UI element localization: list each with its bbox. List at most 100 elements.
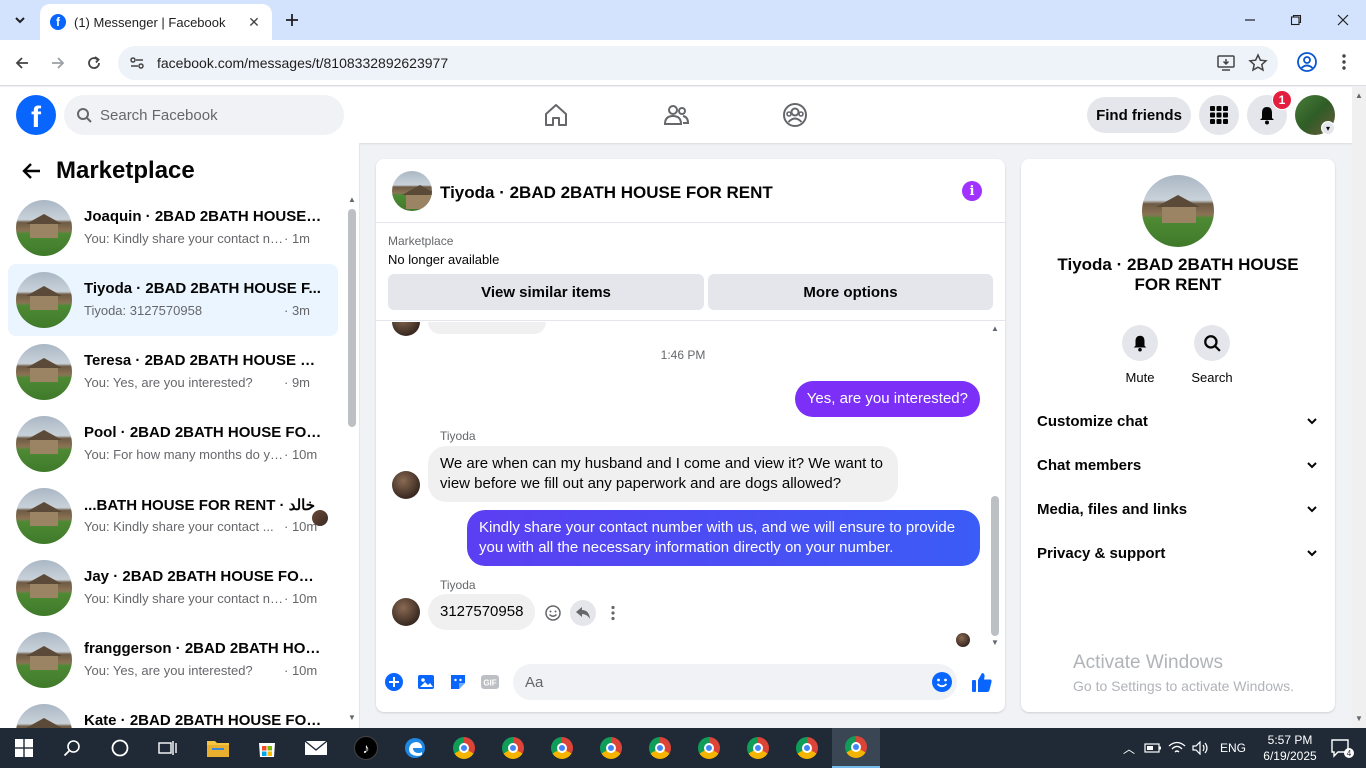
chrome-window-icon[interactable]	[832, 728, 880, 768]
wifi-icon[interactable]	[1168, 741, 1186, 755]
chrome-window-icon[interactable]	[440, 728, 488, 768]
listing-avatar-large[interactable]	[1142, 175, 1214, 247]
groups-icon[interactable]	[781, 101, 809, 129]
more-actions-icon[interactable]	[602, 602, 624, 624]
action-center-icon[interactable]: 4	[1318, 728, 1366, 768]
chrome-window-icon[interactable]	[783, 728, 831, 768]
conversation-name: Teresa · 2BAD 2BATH HOUSE FO...	[84, 352, 324, 369]
conversation-list-scrollbar[interactable]: ▲ ▼	[346, 195, 358, 725]
react-icon[interactable]	[542, 602, 564, 624]
conversation-snippet: Tiyoda: 3127570958	[84, 303, 203, 318]
gif-icon[interactable]: GIF	[479, 671, 501, 693]
taskbar-search-icon[interactable]	[48, 728, 96, 768]
info-icon[interactable]: i	[962, 181, 982, 201]
chevron-down-icon	[1307, 550, 1317, 557]
details-section-media-files-and-links[interactable]: Media, files and links	[1037, 491, 1319, 527]
tiktok-app-icon[interactable]: ♪	[342, 728, 390, 768]
battery-icon[interactable]	[1144, 742, 1162, 754]
browser-profile-icon[interactable]	[1296, 51, 1318, 73]
restore-icon[interactable]	[1284, 8, 1308, 32]
forward-arrow-icon[interactable]	[46, 51, 70, 75]
photo-icon[interactable]	[415, 671, 437, 693]
conversation-item[interactable]: Jay · 2BAD 2BATH HOUSE FOR R... You: Kind…	[8, 552, 338, 624]
details-section-chat-members[interactable]: Chat members	[1037, 447, 1319, 483]
language-indicator[interactable]: ENG	[1220, 741, 1246, 755]
incoming-message[interactable]: 3127570958	[428, 594, 536, 630]
tab-search-icon[interactable]	[8, 8, 32, 32]
chrome-window-icon[interactable]	[636, 728, 684, 768]
conversation-item[interactable]: Kate · 2BAD 2BATH HOUSE FOR ...	[8, 696, 338, 728]
friends-icon[interactable]	[662, 101, 690, 129]
message-input-box[interactable]	[513, 664, 957, 700]
plus-circle-icon[interactable]	[383, 671, 405, 693]
new-tab-icon[interactable]	[282, 10, 302, 30]
reply-icon[interactable]	[570, 600, 596, 626]
site-info-icon[interactable]	[128, 54, 146, 72]
conversation-item[interactable]: Teresa · 2BAD 2BATH HOUSE FO... You: Yes,…	[8, 336, 338, 408]
mail-icon[interactable]	[292, 728, 340, 768]
menu-grid-icon[interactable]	[1199, 95, 1239, 135]
cortana-icon[interactable]	[96, 728, 144, 768]
chevron-up-icon[interactable]: ︿	[1120, 740, 1138, 757]
find-friends-button[interactable]: Find friends	[1087, 97, 1191, 133]
page-scrollbar[interactable]: ▲ ▼	[1352, 87, 1366, 728]
conversation-item[interactable]: franggerson · 2BAD 2BATH HOU... You: Yes,…	[8, 624, 338, 696]
chrome-window-icon[interactable]	[538, 728, 586, 768]
omnibox[interactable]: facebook.com/messages/t/8108332892623977	[118, 46, 1278, 80]
chrome-window-icon[interactable]	[587, 728, 635, 768]
more-options-button[interactable]: More options	[708, 274, 993, 310]
browser-tab[interactable]: f (1) Messenger | Facebook ✕	[40, 4, 272, 40]
conversation-item[interactable]: Joaquin · 2BAD 2BATH HOUSE F... You: Kind…	[8, 192, 338, 264]
clock-date: 6/19/2025	[1263, 749, 1317, 763]
back-arrow-icon[interactable]	[20, 159, 44, 183]
view-similar-items-button[interactable]: View similar items	[388, 274, 704, 310]
conversation-item[interactable]: ...BATH HOUSE FOR RENT · خالد You: Kindly…	[8, 480, 338, 552]
chrome-window-icon[interactable]	[734, 728, 782, 768]
home-icon[interactable]	[542, 101, 570, 129]
outgoing-message[interactable]: Yes, are you interested?	[794, 381, 980, 417]
taskbar-clock[interactable]: 5:57 PM 6/19/2025	[1255, 732, 1325, 764]
chrome-window-icon[interactable]	[489, 728, 537, 768]
file-explorer-icon[interactable]	[194, 728, 242, 768]
close-window-icon[interactable]	[1331, 8, 1355, 32]
account-chevron-icon[interactable]: ▾	[1321, 121, 1335, 135]
chrome-window-icon[interactable]	[685, 728, 733, 768]
search-label: Search	[1191, 370, 1233, 385]
microsoft-store-icon[interactable]	[243, 728, 291, 768]
facebook-logo[interactable]: f	[16, 95, 56, 135]
details-section-privacy-support[interactable]: Privacy & support	[1037, 535, 1319, 571]
details-section-customize-chat[interactable]: Customize chat	[1037, 403, 1319, 439]
sticker-icon[interactable]	[447, 671, 469, 693]
message-thread-scrollbar[interactable]: ▲ ▼	[988, 322, 1002, 652]
emoji-icon[interactable]	[931, 671, 953, 693]
browser-menu-icon[interactable]	[1334, 52, 1354, 72]
conversation-item[interactable]: Pool · 2BAD 2BATH HOUSE FOR ... You: For …	[8, 408, 338, 480]
volume-icon[interactable]	[1192, 741, 1210, 755]
tab-close-icon[interactable]: ✕	[246, 14, 262, 30]
facebook-search[interactable]	[64, 95, 344, 135]
listing-status: No longer available	[388, 252, 500, 267]
search-conversation-button[interactable]: Search	[1182, 325, 1242, 385]
thumbs-up-icon[interactable]	[971, 671, 993, 693]
search-input[interactable]	[100, 106, 320, 124]
back-arrow-icon[interactable]	[10, 51, 34, 75]
conversation-item[interactable]: Tiyoda · 2BAD 2BATH HOUSE F... Tiyoda: 31…	[8, 264, 338, 336]
incoming-message[interactable]: We are when can my husband and I come an…	[428, 446, 898, 502]
url-text[interactable]: facebook.com/messages/t/8108332892623977	[157, 55, 448, 71]
conversation-snippet: You: Kindly share your contact nu...	[84, 231, 284, 246]
conversation-details-panel: Tiyoda · 2BAD 2BATH HOUSE FOR RENT Mute …	[1021, 159, 1335, 712]
outgoing-message[interactable]: Kindly share your contact number with us…	[467, 510, 980, 566]
listing-avatar	[16, 416, 72, 472]
edge-browser-icon[interactable]	[391, 728, 439, 768]
message-input[interactable]	[525, 673, 905, 691]
bookmark-star-icon[interactable]	[1248, 53, 1268, 73]
install-app-icon[interactable]	[1216, 53, 1236, 73]
minimize-icon[interactable]	[1238, 8, 1262, 32]
section-label: Privacy & support	[1037, 544, 1166, 562]
listing-avatar[interactable]	[392, 171, 432, 211]
chat-title[interactable]: Tiyoda · 2BAD 2BATH HOUSE FOR RENT	[440, 183, 773, 203]
mute-button[interactable]: Mute	[1110, 325, 1170, 385]
task-view-icon[interactable]	[144, 728, 192, 768]
reload-icon[interactable]	[82, 51, 106, 75]
start-windows-icon[interactable]	[0, 728, 48, 768]
